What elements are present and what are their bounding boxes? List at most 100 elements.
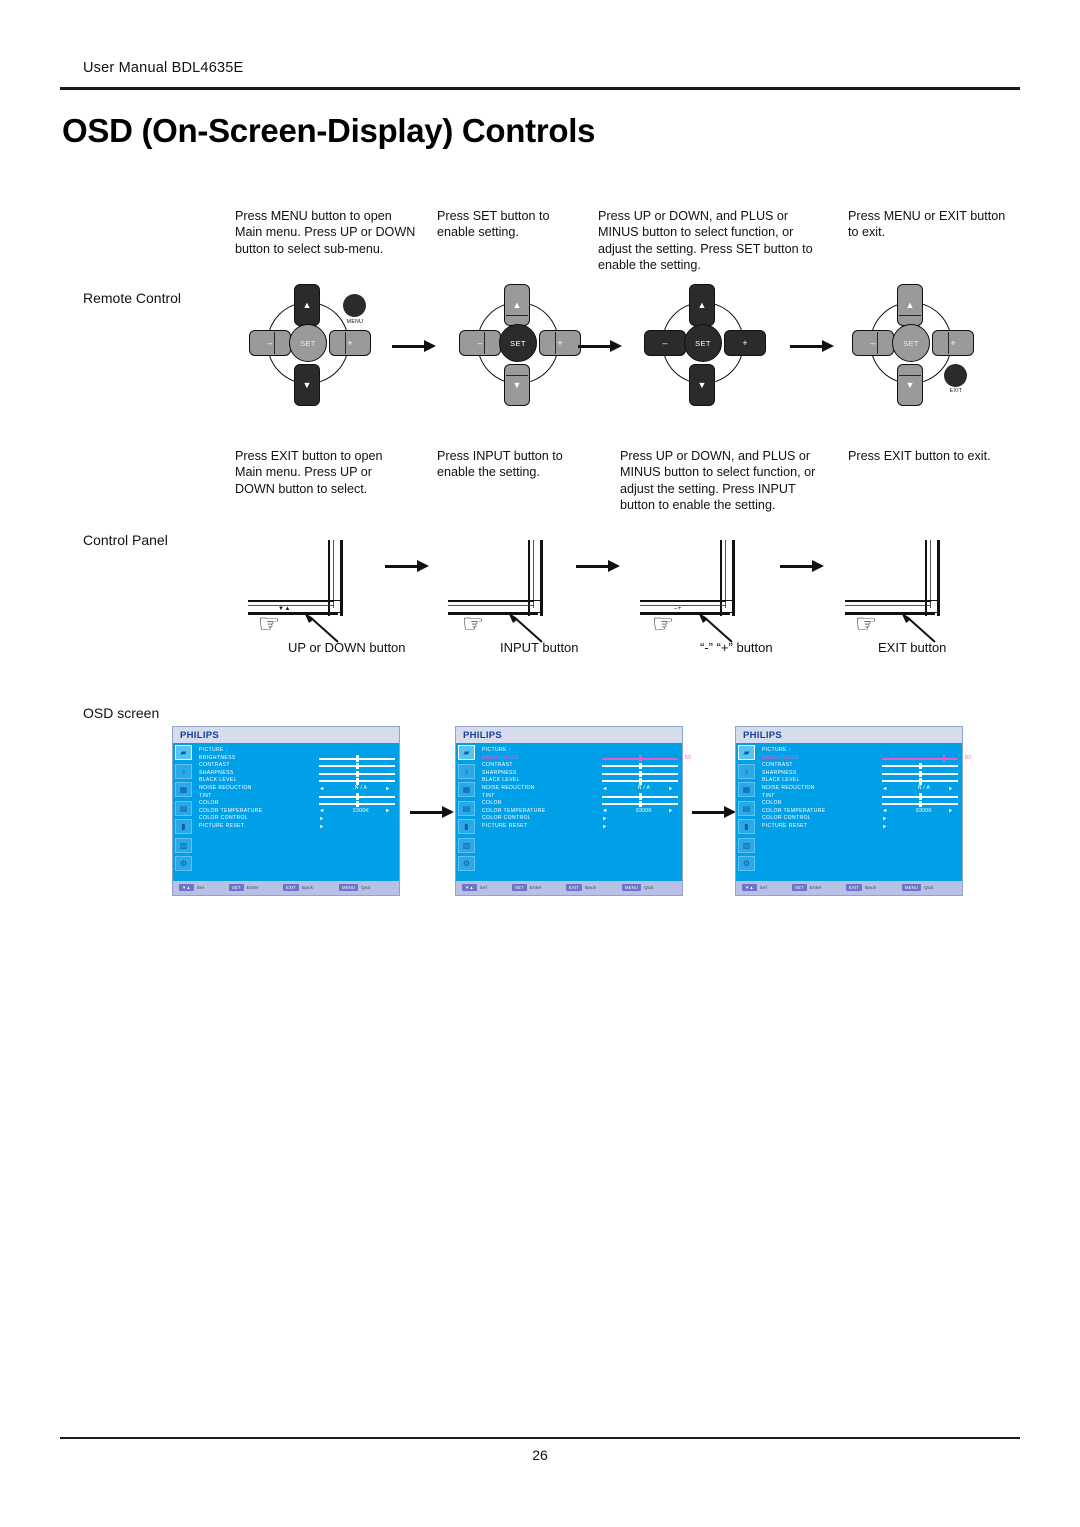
advanced-option-icon[interactable]: ▥ — [175, 837, 192, 853]
osd-menu-row[interactable]: BRIGHTNESS 82 — [762, 755, 971, 763]
osd-slider-thumb[interactable] — [639, 800, 642, 808]
pip-icon[interactable]: ▦ — [458, 782, 475, 797]
tools-icon[interactable]: ⚙ — [738, 856, 755, 871]
osd-option-next-arrow[interactable]: ► — [385, 786, 390, 792]
osd-option-prev-arrow[interactable]: ◄ — [319, 808, 324, 814]
osd-footer-item[interactable]: ▼▲ Sel — [462, 884, 487, 892]
osd-slider-thumb[interactable] — [356, 770, 359, 777]
osd-slider-thumb[interactable] — [639, 793, 642, 800]
osd-slider-track[interactable] — [882, 763, 958, 770]
osd-menu-row[interactable]: BRIGHTNESS 50 — [199, 755, 408, 763]
osd-slider-thumb[interactable] — [639, 763, 642, 770]
osd-slider-thumb[interactable] — [919, 763, 922, 770]
osd-submenu-arrow[interactable]: ► — [319, 824, 324, 830]
osd-submenu-arrow[interactable]: ► — [882, 824, 887, 830]
osd-slider-track[interactable] — [602, 800, 678, 808]
osd-menu-row[interactable]: TINT 50 — [762, 793, 971, 801]
osd-menu-row[interactable]: BLACK LEVEL 50 — [482, 777, 691, 785]
audio-icon[interactable]: ♪ — [175, 763, 192, 779]
osd-footer-item[interactable]: MENU Quit — [902, 884, 933, 892]
osd-slider-track[interactable] — [882, 755, 958, 762]
remote-plus-button[interactable]: + — [329, 330, 371, 356]
configuration1-icon[interactable]: ▤ — [738, 800, 755, 816]
remote-plus-button[interactable]: + — [932, 330, 974, 356]
osd-footer-item[interactable]: EXIT Back — [566, 884, 596, 892]
remote-set-button[interactable]: SET — [684, 324, 722, 362]
osd-menu-row[interactable]: CONTRAST 50 — [762, 762, 971, 770]
tools-icon[interactable]: ⚙ — [458, 856, 475, 871]
osd-slider-track[interactable] — [319, 770, 395, 777]
osd-menu-row[interactable]: TINT 50 — [482, 793, 691, 801]
pip-icon[interactable]: ▦ — [738, 782, 755, 797]
osd-submenu-arrow[interactable]: ► — [602, 824, 607, 830]
osd-footer-item[interactable]: EXIT Back — [846, 884, 876, 892]
osd-menu-row[interactable]: COLOR 50 — [199, 800, 408, 808]
osd-menu-row[interactable]: NOISE REDUCTION ◄ N / A ► — [762, 785, 958, 793]
picture-icon[interactable]: ▰ — [175, 745, 192, 760]
osd-menu-row[interactable]: COLOR CONTROL ► — [482, 815, 678, 823]
osd-menu-row[interactable]: PICTURE RESET ► — [762, 823, 958, 831]
osd-slider-thumb[interactable] — [356, 763, 359, 770]
osd-footer-item[interactable]: MENU Quit — [622, 884, 653, 892]
advanced-option-icon[interactable]: ▥ — [458, 837, 475, 853]
osd-option-prev-arrow[interactable]: ◄ — [319, 786, 324, 792]
osd-menu-row[interactable]: NOISE REDUCTION ◄ N / A ► — [482, 785, 678, 793]
osd-slider-track[interactable] — [319, 755, 395, 762]
remote-plus-button[interactable]: + — [724, 330, 766, 356]
osd-slider-thumb[interactable] — [639, 770, 642, 777]
remote-up-button[interactable]: ▲ — [504, 284, 530, 326]
osd-footer-item[interactable]: EXIT Back — [283, 884, 313, 892]
osd-menu-row[interactable]: TINT 50 — [199, 793, 408, 801]
osd-slider-thumb[interactable] — [356, 793, 359, 800]
osd-slider-track[interactable] — [602, 763, 678, 770]
remote-set-button[interactable]: SET — [289, 324, 327, 362]
osd-slider-track[interactable] — [319, 800, 395, 808]
osd-menu-row[interactable]: COLOR TEMPERATURE ◄ 9300K ► — [199, 808, 395, 816]
osd-menu-row[interactable]: BRIGHTNESS 50 — [482, 755, 691, 763]
configuration2-icon[interactable]: ▮ — [738, 819, 755, 834]
osd-slider-track[interactable] — [602, 778, 678, 785]
tools-icon[interactable]: ⚙ — [175, 856, 192, 871]
osd-slider-track[interactable] — [882, 800, 958, 808]
osd-slider-thumb[interactable] — [639, 778, 642, 785]
osd-slider-thumb[interactable] — [639, 755, 642, 762]
remote-up-button[interactable]: ▲ — [689, 284, 715, 326]
osd-slider-track[interactable] — [602, 755, 678, 762]
configuration1-icon[interactable]: ▤ — [175, 800, 192, 816]
remote-minus-button[interactable]: – — [852, 330, 894, 356]
pip-icon[interactable]: ▦ — [175, 782, 192, 797]
remote-plus-button[interactable]: + — [539, 330, 581, 356]
osd-footer-item[interactable]: ▼▲ Sel — [179, 884, 204, 892]
osd-slider-thumb[interactable] — [919, 800, 922, 808]
osd-option-next-arrow[interactable]: ► — [948, 808, 953, 814]
remote-up-button[interactable]: ▲ — [294, 284, 320, 326]
osd-slider-thumb[interactable] — [356, 800, 359, 808]
osd-footer-item[interactable]: MENU Quit — [339, 884, 370, 892]
remote-down-button[interactable]: ▼ — [689, 364, 715, 406]
remote-down-button[interactable]: ▼ — [294, 364, 320, 406]
osd-option-prev-arrow[interactable]: ◄ — [602, 808, 607, 814]
configuration2-icon[interactable]: ▮ — [175, 819, 192, 834]
configuration1-icon[interactable]: ▤ — [458, 800, 475, 816]
osd-slider-track[interactable] — [319, 778, 395, 785]
remote-down-button[interactable]: ▼ — [897, 364, 923, 406]
osd-menu-row[interactable]: COLOR CONTROL ► — [762, 815, 958, 823]
osd-menu-row[interactable]: BLACK LEVEL 50 — [199, 777, 408, 785]
osd-slider-thumb[interactable] — [919, 770, 922, 777]
remote-down-button[interactable]: ▼ — [504, 364, 530, 406]
picture-icon[interactable]: ▰ — [738, 745, 755, 760]
osd-menu-row[interactable]: COLOR TEMPERATURE ◄ 9300K ► — [482, 808, 678, 816]
osd-menu-row[interactable]: NOISE REDUCTION ◄ N / A ► — [199, 785, 395, 793]
osd-footer-item[interactable]: SET Enter — [512, 884, 542, 892]
osd-slider-track[interactable] — [319, 793, 395, 800]
audio-icon[interactable]: ♪ — [738, 763, 755, 779]
remote-menu-button[interactable] — [343, 294, 366, 317]
osd-menu-row[interactable]: CONTRAST 50 — [199, 762, 408, 770]
osd-menu-row[interactable]: SHARPNESS 50 — [199, 770, 408, 778]
osd-option-next-arrow[interactable]: ► — [948, 786, 953, 792]
picture-icon[interactable]: ▰ — [458, 745, 475, 760]
osd-menu-row[interactable]: BLACK LEVEL 50 — [762, 777, 971, 785]
osd-option-prev-arrow[interactable]: ◄ — [882, 808, 887, 814]
osd-slider-track[interactable] — [602, 770, 678, 777]
osd-footer-item[interactable]: SET Enter — [229, 884, 259, 892]
